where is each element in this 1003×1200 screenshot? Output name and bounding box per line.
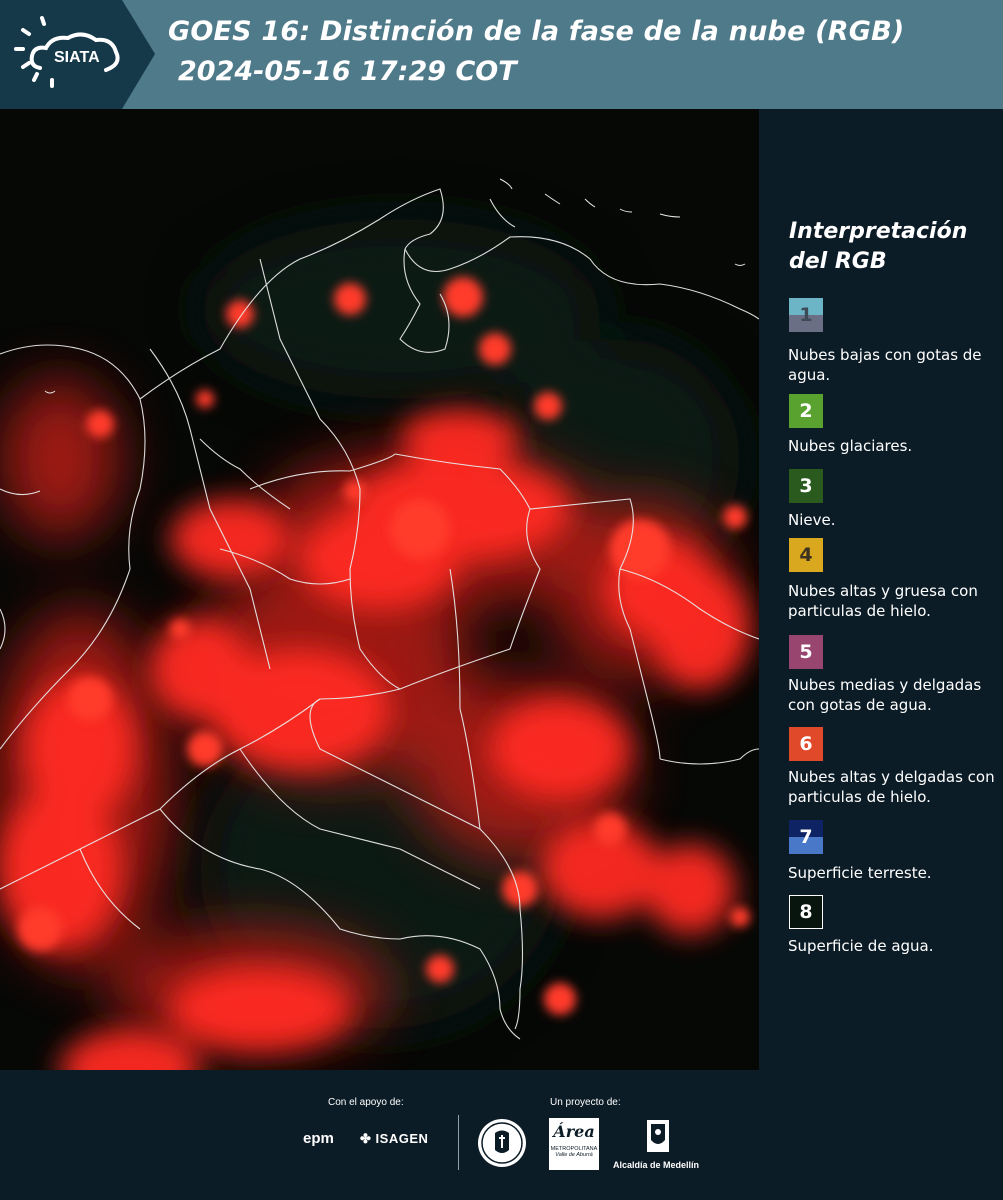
satellite-map [0, 109, 759, 1070]
legend-label-8: Superficie de agua. [788, 937, 934, 955]
legend-swatch-7: 7 [789, 820, 823, 854]
legend-label-7: Superficie terreste. [788, 864, 932, 882]
logo-text: SIATA [54, 49, 100, 66]
legend-number: 7 [799, 826, 813, 848]
legend-swatch-8: 8 [789, 895, 823, 929]
legend-title: Interpretación del RGB [789, 219, 968, 274]
legend-label-6: Nubes altas y delgadas con particulas de… [788, 768, 995, 806]
support-label: Con el apoyo de: [328, 1097, 404, 1108]
page-title: GOES 16: Distinción de la fase de la nub… [168, 16, 905, 47]
legend-label-2: Nubes glaciares. [788, 437, 913, 455]
legend-label-3: Nieve. [788, 511, 836, 529]
area-logo-sub2: Valle de Aburrá [555, 1152, 593, 1158]
legend-number: 2 [799, 400, 813, 422]
legend-number: 1 [799, 304, 813, 326]
legend-swatch-4: 4 [789, 538, 823, 572]
page-timestamp: 2024-05-16 17:29 COT [178, 56, 517, 87]
legend-label-4: Nubes altas y gruesa con particulas de h… [788, 582, 978, 620]
legend-number: 6 [799, 733, 813, 755]
legend-swatch-2: 2 [789, 394, 823, 428]
alcaldia-shield-icon [647, 1120, 669, 1152]
area-logo-script: Área [553, 1122, 595, 1141]
legend-swatch-1: 1 [789, 298, 823, 332]
isagen-logo-text: ISAGEN [375, 1131, 429, 1146]
legend-label-5: Nubes medias y delgadas con gotas de agu… [788, 676, 982, 714]
satellite-image [0, 109, 759, 1070]
footer: Con el apoyo de: Un proyecto de: epm ✤ I… [0, 1070, 1003, 1200]
isagen-logo-icon: ✤ ISAGEN [360, 1131, 428, 1147]
legend-panel: Interpretación del RGB 1 Nubes bajas con… [762, 109, 1003, 1070]
header-bar: SIATA GOES 16: Distinción de la fase de … [0, 0, 1003, 109]
legend-swatch-6: 6 [789, 727, 823, 761]
legend-swatch-5: 5 [789, 635, 823, 669]
footer-divider [458, 1115, 459, 1170]
isagen-mark-icon: ✤ [360, 1131, 372, 1146]
legend-number: 4 [799, 544, 813, 566]
legend-swatch-3: 3 [789, 469, 823, 503]
project-label: Un proyecto de: [550, 1097, 621, 1108]
logo-tab: SIATA [0, 0, 155, 109]
epm-logo-icon: epm [303, 1130, 334, 1147]
legend-number: 3 [799, 475, 813, 497]
university-seal-icon [478, 1119, 526, 1167]
legend-number: 5 [799, 641, 813, 663]
legend-label-1: Nubes bajas con gotas de agua. [788, 346, 982, 384]
legend-number: 8 [799, 901, 813, 923]
area-metropolitana-logo-icon: Área METROPOLITANA Valle de Aburrá [549, 1118, 599, 1170]
epm-logo-text: epm [303, 1130, 334, 1147]
alcaldia-label: Alcaldía de Medellín [613, 1160, 700, 1170]
